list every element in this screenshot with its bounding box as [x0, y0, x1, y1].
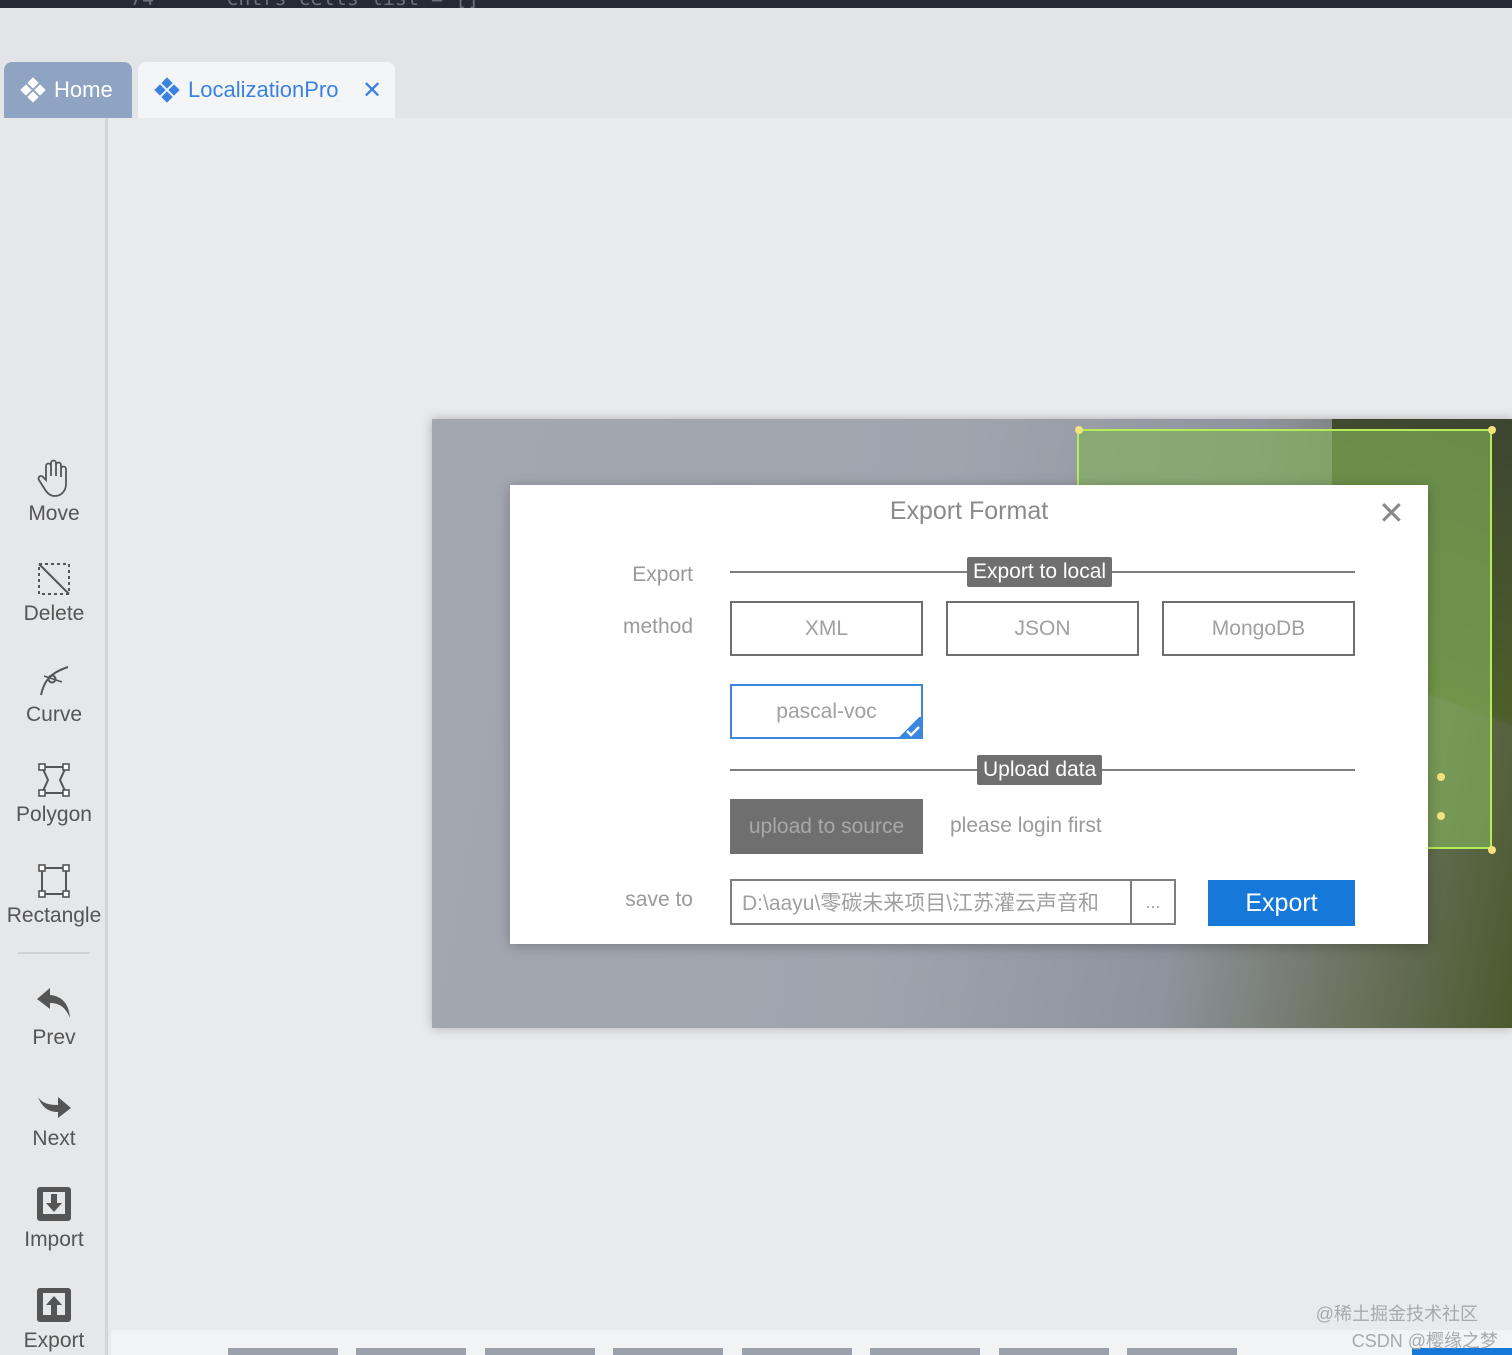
tab-localization-label: LocalizationProject — [188, 77, 338, 102]
tool-curve[interactable]: Curve — [0, 661, 108, 727]
thumbnail-strip — [111, 1330, 1512, 1355]
tool-prev-label: Prev — [32, 1026, 76, 1049]
box-handle[interactable] — [1437, 812, 1445, 820]
box-handle[interactable] — [1488, 426, 1496, 434]
checkmark-icon — [893, 717, 923, 739]
tab-localization-project[interactable]: LocalizationProject ✕ — [138, 62, 395, 118]
export-method-label: Export — [632, 563, 693, 586]
box-handle[interactable] — [1437, 773, 1445, 781]
tool-next[interactable]: Next — [0, 1083, 108, 1151]
import-icon — [37, 1187, 71, 1221]
diamond-grid-icon — [20, 77, 46, 103]
undo-arrow-icon — [37, 988, 70, 1018]
thumbnail[interactable] — [356, 1348, 466, 1355]
section-upload-data: Upload data — [977, 755, 1103, 785]
tab-bar: Home LocalizationProject ✕ — [0, 8, 1512, 118]
editor-strip: 74 cntrs_cells_list = [] — [0, 0, 1512, 8]
tool-import[interactable]: Import — [0, 1184, 108, 1252]
watermark-csdn: CSDN @樱缘之梦 — [1351, 1331, 1498, 1351]
tool-sidebar: Move Delete Curve Polygon Rectangle Prev… — [0, 118, 108, 1355]
export-method-label-2: method — [622, 615, 693, 638]
tool-next-label: Next — [32, 1127, 76, 1150]
save-to-label: save to — [625, 888, 693, 911]
save-path-input[interactable] — [730, 879, 1130, 925]
format-mongodb-button[interactable]: MongoDB — [1162, 601, 1355, 656]
thumbnail[interactable] — [870, 1348, 980, 1355]
thumbnail[interactable] — [1127, 1348, 1237, 1355]
tab-home-label: Home — [54, 77, 113, 102]
box-handle[interactable] — [1075, 426, 1083, 434]
tool-import-label: Import — [24, 1228, 84, 1251]
login-hint: please login first — [950, 814, 1102, 837]
tool-move[interactable]: Move — [0, 458, 108, 526]
tool-rectangle-label: Rectangle — [6, 904, 102, 927]
dialog-title: Export Format — [889, 497, 1049, 525]
thumbnail[interactable] — [999, 1348, 1109, 1355]
export-button[interactable]: Export — [1208, 880, 1355, 926]
tool-delete-label: Delete — [23, 602, 85, 625]
sidebar-divider — [18, 952, 90, 954]
thumbnail[interactable] — [613, 1348, 723, 1355]
editor-code-text: 74 cntrs_cells_list = [] — [130, 0, 479, 8]
upload-to-source-button[interactable]: upload to source — [730, 799, 923, 854]
section-export-local: Export to local — [967, 557, 1113, 587]
redo-arrow-icon — [38, 1097, 71, 1118]
tool-curve-label: Curve — [25, 703, 83, 726]
diamond-grid-icon — [154, 77, 180, 103]
rectangle-icon — [38, 864, 70, 898]
close-icon[interactable]: ✕ — [1378, 497, 1405, 529]
tool-polygon-label: Polygon — [16, 803, 92, 826]
thumbnail[interactable] — [228, 1348, 338, 1355]
tool-polygon[interactable]: Polygon — [0, 761, 108, 827]
browse-button[interactable]: ... — [1130, 879, 1176, 925]
close-icon[interactable]: ✕ — [362, 76, 382, 105]
export-format-dialog: Export Format ✕ Export method Export to … — [510, 485, 1428, 944]
hand-icon — [37, 459, 67, 497]
format-pascal-voc-button[interactable]: pascal-voc — [730, 684, 923, 739]
curve-icon — [40, 666, 69, 696]
tool-export[interactable]: Export — [0, 1285, 108, 1353]
tool-export-label: Export — [23, 1329, 85, 1352]
format-xml-button[interactable]: XML — [730, 601, 923, 656]
box-handle[interactable] — [1488, 846, 1496, 854]
tool-prev[interactable]: Prev — [0, 982, 108, 1050]
format-json-button[interactable]: JSON — [946, 601, 1139, 656]
tab-home[interactable]: Home — [4, 62, 132, 118]
thumbnail[interactable] — [742, 1348, 852, 1355]
delete-selection-icon — [38, 563, 70, 595]
format-pascal-voc-label: pascal-voc — [776, 699, 877, 723]
export-icon — [37, 1288, 71, 1322]
tool-rectangle[interactable]: Rectangle — [0, 862, 108, 928]
thumbnail[interactable] — [485, 1348, 595, 1355]
tool-move-label: Move — [28, 502, 80, 525]
polygon-icon — [38, 763, 70, 797]
tool-delete[interactable]: Delete — [0, 560, 108, 626]
watermark-juejin: @稀土掘金技术社区 — [1315, 1304, 1478, 1324]
